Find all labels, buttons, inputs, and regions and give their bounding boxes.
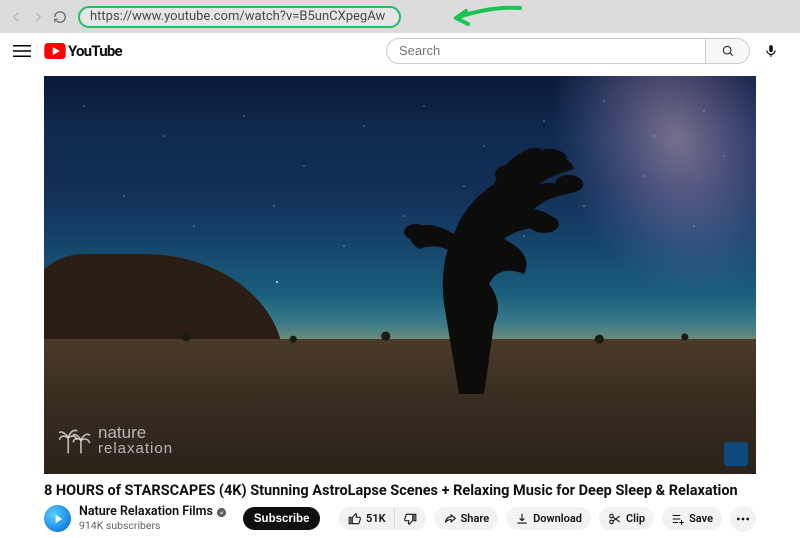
subscriber-count: 914K subscribers (79, 520, 227, 532)
channel-avatar[interactable] (44, 505, 71, 532)
thumbs-up-icon (348, 512, 362, 526)
forward-button[interactable] (30, 9, 46, 25)
save-button[interactable]: Save (662, 507, 722, 530)
dislike-button[interactable] (394, 507, 426, 530)
reload-button[interactable] (52, 9, 68, 25)
address-bar[interactable]: https://www.youtube.com/watch?v=B5unCXpe… (78, 6, 401, 28)
download-icon (515, 512, 529, 526)
share-label: Share (461, 512, 490, 525)
clip-label: Clip (626, 512, 645, 525)
save-label: Save (689, 512, 713, 525)
channel-corner-badge[interactable] (724, 442, 748, 466)
subscribe-button[interactable]: Subscribe (243, 507, 321, 530)
video-player[interactable]: nature relaxation (44, 76, 756, 474)
verified-icon (216, 507, 227, 518)
browser-toolbar: https://www.youtube.com/watch?v=B5unCXpe… (0, 0, 800, 33)
video-title: 8 HOURS of STARSCAPES (4K) Stunning Astr… (44, 482, 756, 499)
youtube-header: YouTube (0, 33, 800, 68)
more-actions-button[interactable] (730, 506, 756, 532)
search-button[interactable] (706, 38, 750, 64)
voice-search-button[interactable] (758, 38, 784, 64)
thumbs-down-icon (403, 512, 417, 526)
watermark-line2: relaxation (98, 441, 173, 456)
channel-name[interactable]: Nature Relaxation Films (79, 505, 213, 519)
like-button[interactable]: 51K (339, 507, 394, 530)
like-count: 51K (366, 512, 386, 525)
url-text: https://www.youtube.com/watch?v=B5unCXpe… (90, 9, 385, 24)
download-button[interactable]: Download (506, 507, 591, 530)
youtube-logo-text: YouTube (68, 42, 122, 60)
share-button[interactable]: Share (434, 507, 499, 530)
watermark-line1: nature (98, 424, 173, 441)
back-button[interactable] (8, 9, 24, 25)
annotation-arrow (450, 4, 530, 32)
search-input[interactable] (386, 38, 706, 64)
youtube-logo[interactable]: YouTube (44, 42, 122, 60)
more-icon (735, 511, 751, 527)
palm-icon (58, 425, 92, 455)
menu-button[interactable] (10, 39, 34, 63)
save-icon (671, 512, 685, 526)
clip-icon (608, 512, 622, 526)
tree-silhouette (344, 124, 604, 394)
download-label: Download (533, 512, 582, 525)
video-watermark: nature relaxation (58, 424, 173, 456)
clip-button[interactable]: Clip (599, 507, 654, 530)
video-meta-row: Nature Relaxation Films 914K subscribers… (44, 505, 756, 532)
share-icon (443, 512, 457, 526)
